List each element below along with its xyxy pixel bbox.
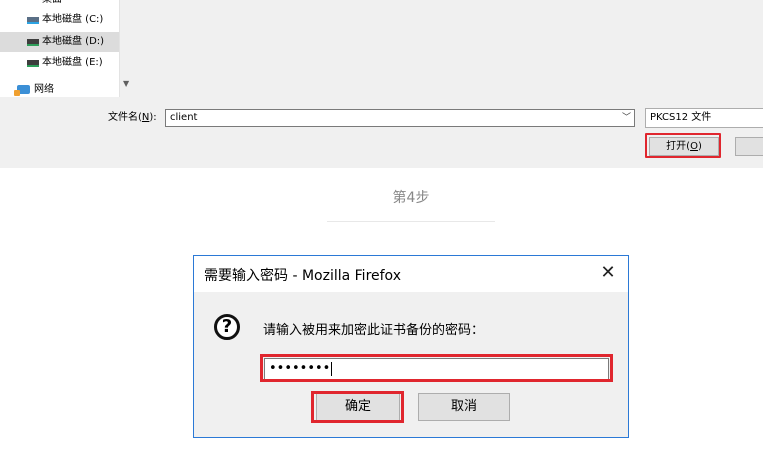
- file-open-dialog: 桌面 本地磁盘 (C:) 本地磁盘 (D:) 本地磁盘 (E:) ▼ 网络 文件…: [0, 0, 763, 168]
- chevron-down-icon[interactable]: ﹀: [622, 110, 631, 126]
- filename-input[interactable]: client ﹀: [165, 109, 635, 127]
- step-caption: 第4步: [392, 190, 430, 206]
- dialog-titlebar: 需要输入密码 - Mozilla Firefox ✕: [194, 256, 628, 292]
- ok-button-highlight: [311, 391, 404, 423]
- scroll-down-arrow-icon[interactable]: ▼: [123, 79, 129, 88]
- dialog-title: 需要输入密码 - Mozilla Firefox: [204, 268, 401, 284]
- cancel-button[interactable]: 取消: [418, 393, 510, 421]
- filename-label: 文件名(N):: [108, 112, 157, 123]
- tree-item-drive-d[interactable]: 本地磁盘 (D:): [0, 32, 119, 52]
- tree-item-network[interactable]: 网络: [0, 80, 119, 100]
- open-button-highlight: [645, 133, 721, 158]
- drive-icon: [27, 39, 39, 46]
- tree-item-drive-e[interactable]: 本地磁盘 (E:): [0, 53, 119, 73]
- tree-scrollbar[interactable]: ▼: [119, 0, 134, 97]
- divider: [327, 221, 495, 222]
- filetype-select[interactable]: PKCS12 文件: [645, 108, 763, 128]
- tree-item-desktop[interactable]: 桌面: [0, 0, 119, 10]
- network-icon: [14, 85, 30, 96]
- system-drive-icon: [27, 17, 39, 24]
- password-dialog: 需要输入密码 - Mozilla Firefox ✕ ? 请输入被用来加密此证书…: [193, 255, 629, 438]
- drive-icon: [27, 60, 39, 67]
- question-icon: ?: [214, 314, 240, 340]
- prompt-text: 请输入被用来加密此证书备份的密码：: [263, 323, 485, 338]
- close-icon[interactable]: ✕: [598, 262, 618, 284]
- tree-item-drive-c[interactable]: 本地磁盘 (C:): [0, 10, 119, 30]
- password-input-highlight: [260, 354, 613, 382]
- file-cancel-button[interactable]: [735, 137, 763, 156]
